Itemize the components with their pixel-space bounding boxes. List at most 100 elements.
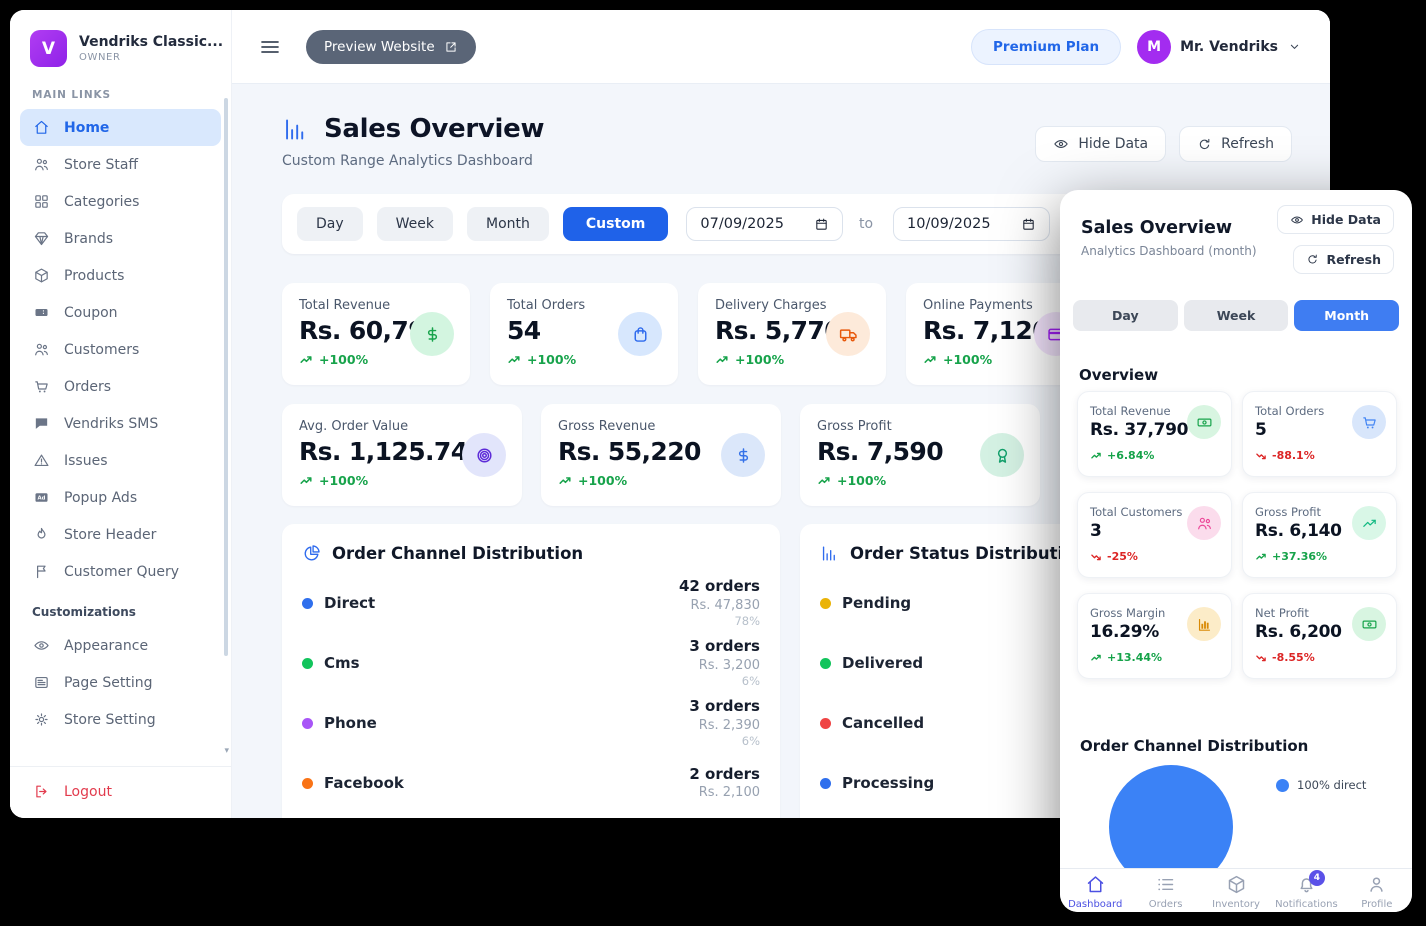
sidebar-item-home[interactable]: Home xyxy=(20,109,221,146)
sidebar-item-store-setting[interactable]: Store Setting xyxy=(20,701,221,731)
box-icon xyxy=(1226,874,1247,895)
card-title: Order Status Distribution xyxy=(850,544,1086,563)
nav-item-dashboard[interactable]: Dashboard xyxy=(1060,869,1130,912)
tab-day[interactable]: Day xyxy=(297,207,363,241)
channel-amount: Rs. 3,200 xyxy=(689,657,760,675)
preview-website-button[interactable]: Preview Website xyxy=(306,30,476,64)
products-icon xyxy=(33,267,50,284)
sidebar-item-coupon[interactable]: Coupon xyxy=(20,294,221,331)
avatar: M xyxy=(1137,30,1171,64)
channel-row-facebook: Facebook 2 orders Rs. 2,100 xyxy=(302,753,760,813)
channel-row-direct: Direct 42 orders Rs. 47,830 78% xyxy=(302,573,760,633)
mobile-tab-day[interactable]: Day xyxy=(1073,300,1178,331)
premium-plan-badge[interactable]: Premium Plan xyxy=(971,29,1121,65)
stat-trend: +100% xyxy=(837,473,886,488)
sidebar-item-label: Coupon xyxy=(64,305,118,321)
list-icon xyxy=(1155,874,1176,895)
sidebar-item-label: Home xyxy=(64,120,109,136)
legend-label: 100% direct xyxy=(1297,778,1366,792)
sidebar-item-categories[interactable]: Categories xyxy=(20,183,221,220)
mobile-stat-net-profit: Net Profit Rs. 6,200 -8.55% xyxy=(1242,593,1397,679)
page-setting-icon xyxy=(33,674,50,691)
trend-up-icon xyxy=(299,474,313,488)
sidebar-item-store-staff[interactable]: Store Staff xyxy=(20,146,221,183)
channel-label: Facebook xyxy=(324,774,404,792)
channel-row-cms: Cms 3 orders Rs. 3,200 6% xyxy=(302,633,760,693)
stat-card-gross-profit: Gross Profit Rs. 7,590 +100% xyxy=(800,404,1040,506)
nav-item-notifications[interactable]: 4 Notifications xyxy=(1271,869,1341,912)
tab-week[interactable]: Week xyxy=(377,207,453,241)
sidebar-item-page-setting[interactable]: Page Setting xyxy=(20,664,221,701)
channel-percent: 6% xyxy=(689,734,760,750)
bar-chart-icon xyxy=(1187,607,1221,641)
tab-custom[interactable]: Custom xyxy=(563,207,668,241)
appearance-icon xyxy=(33,637,50,654)
sidebar-item-store-header[interactable]: Store Header xyxy=(20,516,221,553)
home-icon xyxy=(1085,874,1106,895)
sidebar-item-vendriks-sms[interactable]: Vendriks SMS xyxy=(20,405,221,442)
user-menu[interactable]: M Mr. Vendriks xyxy=(1137,30,1302,64)
bar-chart-icon xyxy=(820,544,839,563)
mobile-hide-data-button[interactable]: Hide Data xyxy=(1277,205,1394,234)
sidebar-item-customers[interactable]: Customers xyxy=(20,331,221,368)
stat-card-avg-order-value: Avg. Order Value Rs. 1,125.74 +100% xyxy=(282,404,522,506)
nav-item-orders[interactable]: Orders xyxy=(1130,869,1200,912)
topbar: Preview Website Premium Plan M Mr. Vendr… xyxy=(232,10,1330,84)
status-label: Delivered xyxy=(842,654,923,672)
stat-trend: -25% xyxy=(1107,550,1138,563)
sidebar-item-popup-ads[interactable]: Ad Popup Ads xyxy=(20,479,221,516)
calendar-icon xyxy=(814,217,829,232)
date-to-input[interactable]: 10/09/2025 xyxy=(893,207,1050,241)
mobile-title: Sales Overview xyxy=(1081,218,1232,238)
trend-up-icon xyxy=(299,353,313,367)
nav-label: Dashboard xyxy=(1068,899,1122,910)
mobile-stat-total-customers: Total Customers 3 -25% xyxy=(1077,492,1232,578)
nav-item-inventory[interactable]: Inventory xyxy=(1201,869,1271,912)
trend-up-icon xyxy=(715,353,729,367)
sidebar-item-appearance[interactable]: Appearance xyxy=(20,627,221,664)
chevron-down-icon xyxy=(1287,39,1302,54)
notifications-badge: 4 xyxy=(1309,870,1325,886)
stat-trend: +100% xyxy=(943,352,992,367)
categories-icon xyxy=(33,193,50,210)
sidebar-scroll-chevron-icon[interactable]: ▾ xyxy=(224,746,229,756)
refresh-label: Refresh xyxy=(1221,136,1274,152)
sidebar: V Vendriks Classic... OWNER MAIN LINKS H… xyxy=(10,10,232,818)
trend-down-icon xyxy=(1090,551,1102,563)
channel-orders: 3 orders xyxy=(689,696,760,716)
channel-row-phone: Phone 3 orders Rs. 2,390 6% xyxy=(302,693,760,753)
channel-dot xyxy=(302,598,313,609)
mobile-tab-week[interactable]: Week xyxy=(1184,300,1289,331)
stat-trend: -88.1% xyxy=(1272,449,1315,462)
stat-card-gross-revenue: Gross Revenue Rs. 55,220 +100% xyxy=(541,404,781,506)
card-title: Order Channel Distribution xyxy=(332,544,583,563)
hide-data-button[interactable]: Hide Data xyxy=(1035,126,1166,162)
sales-chart-icon xyxy=(282,116,309,143)
date-from-input[interactable]: 07/09/2025 xyxy=(686,207,843,241)
status-label: Processing xyxy=(842,774,934,792)
status-dot xyxy=(820,778,831,789)
nav-label: Orders xyxy=(1149,899,1183,910)
mobile-refresh-button[interactable]: Refresh xyxy=(1293,245,1394,274)
sidebar-item-brands[interactable]: Brands xyxy=(20,220,221,257)
refresh-button[interactable]: Refresh xyxy=(1179,126,1292,162)
stat-trend: +100% xyxy=(578,473,627,488)
date-from-value: 07/09/2025 xyxy=(700,216,784,232)
channel-amount: Rs. 2,390 xyxy=(689,717,760,735)
sidebar-item-orders[interactable]: Orders xyxy=(20,368,221,405)
store-identity[interactable]: V Vendriks Classic... OWNER xyxy=(10,10,231,75)
sidebar-item-products[interactable]: Products xyxy=(20,257,221,294)
sidebar-scrollbar[interactable] xyxy=(224,98,228,656)
sidebar-item-logout[interactable]: Logout xyxy=(20,773,221,810)
sidebar-item-issues[interactable]: Issues xyxy=(20,442,221,479)
hamburger-menu-icon[interactable] xyxy=(258,35,282,59)
refresh-icon xyxy=(1306,253,1319,266)
nav-item-profile[interactable]: Profile xyxy=(1342,869,1412,912)
mobile-stat-gross-margin: Gross Margin 16.29% +13.44% xyxy=(1077,593,1232,679)
sidebar-item-customer-query[interactable]: Customer Query xyxy=(20,553,221,590)
channel-dot xyxy=(302,778,313,789)
tab-month[interactable]: Month xyxy=(467,207,549,241)
trend-up-icon xyxy=(1090,652,1102,664)
banknote-icon xyxy=(1352,607,1386,641)
mobile-tab-month[interactable]: Month xyxy=(1294,300,1399,331)
